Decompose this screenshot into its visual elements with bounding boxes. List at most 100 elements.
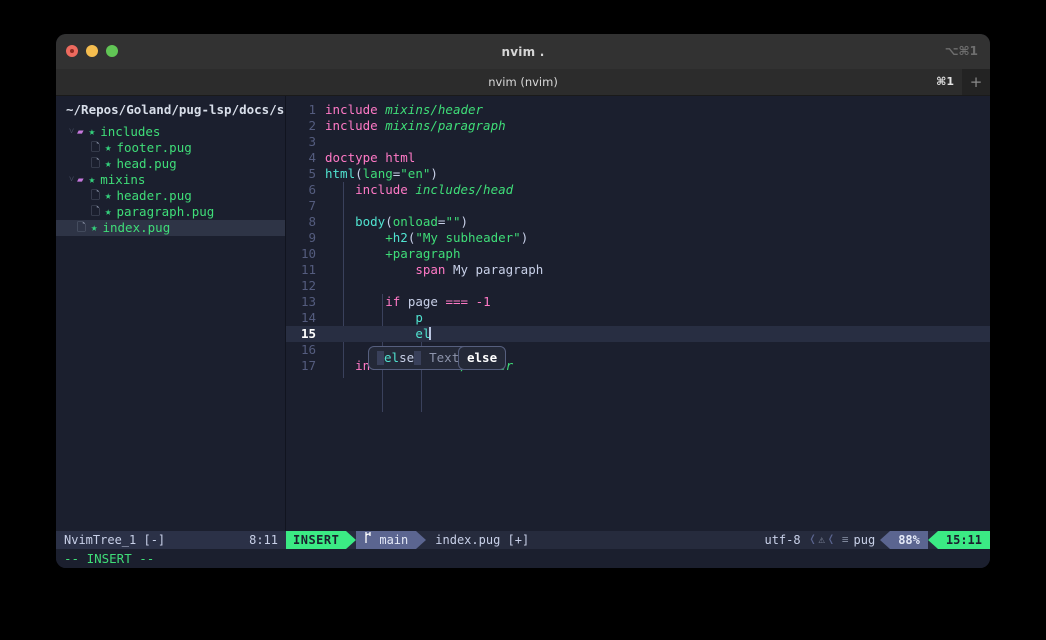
- tree-item-label: paragraph.pug: [116, 204, 215, 219]
- tree-item-index-pug[interactable]: 🗋 ★ index.pug: [56, 220, 286, 236]
- window-controls[interactable]: [66, 45, 118, 57]
- branch-glyph: [365, 532, 372, 543]
- code-line: 2 include mixins/paragraph: [286, 118, 990, 134]
- window-titlebar: nvim . ⌥⌘1: [56, 34, 990, 69]
- status-branch-label: main: [379, 533, 409, 547]
- code-text: body(onload=""): [355, 214, 469, 229]
- status-row: NvimTree_1 [-] 8:11 INSERT main index.pu…: [56, 531, 990, 549]
- status-sep-pos: [927, 531, 938, 549]
- code-text: doctype html: [325, 150, 416, 165]
- file-icon: 🗋: [77, 221, 86, 234]
- git-branch-icon: [364, 531, 373, 549]
- code-editor-pane[interactable]: 1 include mixins/header 2 include mixins/pa…: [286, 96, 990, 531]
- tree-item-header-pug[interactable]: 🗋 ★ header.pug: [56, 188, 286, 204]
- line-number: 6: [308, 182, 316, 197]
- code-line: 1 include mixins/header: [286, 102, 990, 118]
- code-line: 6 include includes/head: [286, 182, 990, 198]
- status-mode: INSERT: [286, 531, 347, 549]
- tree-statusline: NvimTree_1 [-] 8:11: [56, 531, 286, 549]
- code-line: 4 doctype html: [286, 150, 990, 166]
- modified-marker-icon: ★: [88, 125, 96, 138]
- line-number: 12: [300, 278, 316, 293]
- code-line: 14 p: [286, 310, 990, 326]
- tree-root-path: ~/Repos/Goland/pug-lsp/docs/su: [66, 102, 286, 117]
- line-number: 14: [300, 310, 316, 325]
- status-filetype-label: pug: [853, 533, 876, 547]
- line-number: 13: [300, 294, 316, 309]
- completion-ghost-popup[interactable]: else: [458, 346, 507, 370]
- file-icon: 🗋: [91, 141, 100, 154]
- minimize-button[interactable]: [86, 45, 98, 57]
- modified-marker-icon: ★: [104, 189, 112, 202]
- code-text: include includes/head: [355, 182, 514, 197]
- tree-item-paragraph-pug[interactable]: 🗋 ★ paragraph.pug: [56, 204, 286, 220]
- code-text: p: [415, 310, 423, 325]
- completion-item-gap: [377, 351, 384, 365]
- chevron-down-icon[interactable]: ˅: [66, 172, 77, 188]
- tab-nvim[interactable]: nvim (nvim): [56, 75, 990, 89]
- line-number: 10: [300, 246, 316, 261]
- line-number: 15: [300, 326, 316, 341]
- line-number: 4: [308, 150, 316, 165]
- tree-item-head-pug[interactable]: 🗋 ★ head.pug: [56, 156, 286, 172]
- code-text: include mixins/paragraph: [325, 118, 506, 133]
- tree-row-list: ˅ ▰ ★ includes 🗋 ★ footer.pug 🗋 ★ head.pug ˅ ▰ ★ mixi…: [56, 124, 286, 236]
- chevron-down-icon[interactable]: ˅: [66, 124, 77, 140]
- status-filename: index.pug [+]: [435, 533, 530, 547]
- code-line: 11 span My paragraph: [286, 262, 990, 278]
- tree-item-label: header.pug: [116, 188, 192, 203]
- code-line-list: 1 include mixins/header 2 include mixins/pa…: [286, 102, 990, 374]
- line-number: 2: [308, 118, 316, 133]
- line-number: 1: [308, 102, 316, 117]
- nvim-window: nvim . ⌥⌘1 nvim (nvim) ⌘1 + ~/Repos/Gola…: [56, 34, 990, 568]
- tree-item-label: includes: [100, 124, 161, 139]
- code-line: 3: [286, 134, 990, 150]
- new-tab-button[interactable]: +: [962, 69, 990, 95]
- maximize-button[interactable]: [106, 45, 118, 57]
- tree-item-label: mixins: [100, 172, 146, 187]
- completion-item-kind: Text: [429, 350, 460, 365]
- code-text: html(lang="en"): [325, 166, 438, 181]
- completion-selected-item[interactable]: else: [459, 347, 505, 369]
- completion-item-gap: [414, 351, 422, 365]
- tree-item-footer-pug[interactable]: 🗋 ★ footer.pug: [56, 140, 286, 156]
- status-sep-branch: [416, 531, 427, 549]
- code-line: 5 html(lang="en"): [286, 166, 990, 182]
- code-text: span My paragraph: [415, 262, 544, 277]
- diagnostic-icon: ⚠: [818, 533, 826, 546]
- code-text: +paragraph: [385, 246, 461, 261]
- completion-selected-label: else: [467, 350, 498, 365]
- close-button[interactable]: [66, 45, 78, 57]
- line-number: 11: [300, 262, 316, 277]
- tree-item-mixins[interactable]: ˅ ▰ ★ mixins: [56, 172, 286, 188]
- code-line: 13 if page === -1: [286, 294, 990, 310]
- line-number: 17: [300, 358, 316, 373]
- tab-bar: nvim (nvim) ⌘1 +: [56, 69, 990, 96]
- code-text: el: [415, 326, 431, 341]
- window-shortcut-label: ⌥⌘1: [944, 44, 978, 58]
- status-sep-pct: [880, 531, 891, 549]
- line-number: 3: [308, 134, 316, 149]
- code-text: if page === -1: [385, 294, 491, 309]
- modified-marker-icon: ★: [104, 157, 112, 170]
- tree-item-includes[interactable]: ˅ ▰ ★ includes: [56, 124, 286, 140]
- editor-statusline: INSERT main index.pug [+] utf-8 ❬ ⚠ ❬ ≡ …: [286, 531, 990, 549]
- code-line: 7: [286, 198, 990, 214]
- folder-icon: ▰: [77, 125, 84, 138]
- tree-status-position: 8:11: [249, 533, 278, 547]
- status-branch: main: [356, 531, 417, 549]
- status-encoding: utf-8: [764, 533, 801, 547]
- tree-item-label: footer.pug: [116, 140, 192, 155]
- status-sep-1: ❬: [808, 532, 817, 547]
- file-icon: 🗋: [91, 189, 100, 202]
- code-line: 10 +paragraph: [286, 246, 990, 262]
- tab-shortcut-label: ⌘1: [936, 75, 954, 88]
- status-position: 15:11: [937, 531, 990, 549]
- line-number: 16: [300, 342, 316, 357]
- window-title: nvim .: [501, 44, 545, 59]
- modified-marker-icon: ★: [90, 221, 98, 234]
- tree-status-name: NvimTree_1 [-]: [64, 533, 166, 547]
- nvim-body: ~/Repos/Goland/pug-lsp/docs/su ˅ ▰ ★ includ…: [56, 96, 990, 568]
- status-sep-2: ❬: [827, 532, 835, 547]
- line-number: 7: [308, 198, 316, 213]
